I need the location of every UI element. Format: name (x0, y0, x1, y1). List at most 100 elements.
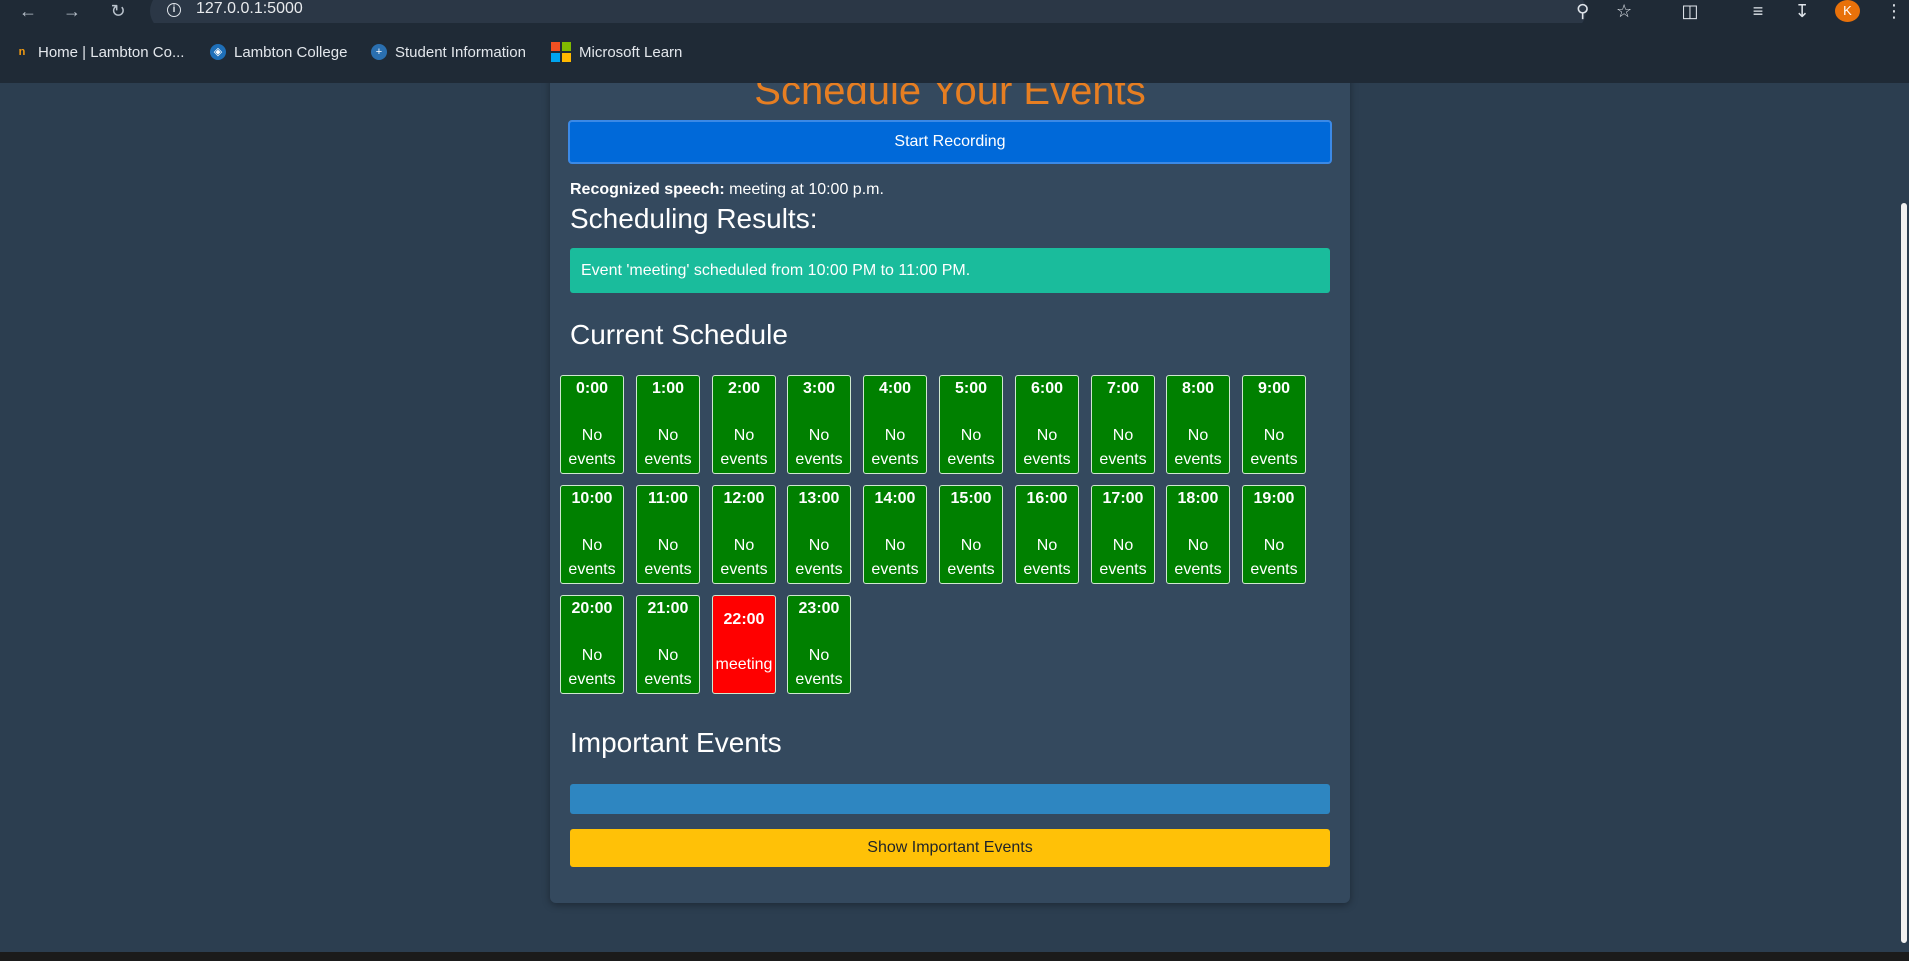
start-recording-button[interactable]: Start Recording (568, 120, 1332, 164)
time-slot: 6:00 No events (1015, 375, 1079, 474)
bookmark-star-icon[interactable]: ☆ (1616, 0, 1632, 23)
time-slot: 18:00 No events (1166, 485, 1230, 584)
slot-event: No events (568, 647, 616, 688)
slot-hour: 14:00 (874, 490, 916, 507)
slot-hour: 8:00 (1181, 380, 1215, 397)
time-slot: 2:00 No events (712, 375, 776, 474)
slot-hour: 22:00 (723, 611, 765, 628)
time-slot: 19:00 No events (1242, 485, 1306, 584)
bookmark-lambton-home[interactable]: n Home | Lambton Co... (14, 41, 185, 63)
results-heading: Scheduling Results: (570, 203, 818, 234)
time-slot: 1:00 No events (636, 375, 700, 474)
slot-hour: 16:00 (1026, 490, 1068, 507)
time-slot: 8:00 No events (1166, 375, 1230, 474)
lambton-home-icon: n (18, 46, 26, 58)
slot-hour: 7:00 (1106, 380, 1140, 397)
time-slot: 0:00 No events (560, 375, 624, 474)
back-icon[interactable]: ← (14, 0, 42, 23)
bookmark-lambton-college[interactable]: ◈ Lambton College (210, 41, 347, 63)
slot-event: No events (795, 647, 843, 688)
slot-hour: 15:00 (950, 490, 992, 507)
slot-hour: 21:00 (647, 600, 689, 617)
time-slot: 17:00 No events (1091, 485, 1155, 584)
slot-event: No events (795, 427, 843, 468)
url-text[interactable]: 127.0.0.1:5000 (196, 0, 303, 18)
slot-event: No events (947, 427, 995, 468)
student-info-icon: + (371, 44, 387, 60)
site-info-icon[interactable]: i (167, 3, 181, 17)
slot-hour: 12:00 (723, 490, 765, 507)
time-slot: 9:00 No events (1242, 375, 1306, 474)
download-icon[interactable]: ↧ (1788, 0, 1816, 23)
reload-icon[interactable]: ↻ (104, 0, 132, 23)
slot-hour: 10:00 (571, 490, 613, 507)
time-slot: 5:00 No events (939, 375, 1003, 474)
time-slot: 22:00 meeting (712, 595, 776, 694)
slot-event: No events (720, 427, 768, 468)
zoom-icon[interactable]: ⚲ (1576, 0, 1589, 23)
time-slot: 20:00 No events (560, 595, 624, 694)
show-important-events-button[interactable]: Show Important Events (570, 829, 1330, 867)
time-slot: 14:00 No events (863, 485, 927, 584)
slot-hour: 20:00 (571, 600, 613, 617)
page-viewport: Schedule Your Events Start Recording Rec… (0, 83, 1899, 952)
speech-text: meeting at 10:00 p.m. (729, 181, 884, 198)
slot-event: No events (1099, 427, 1147, 468)
slot-event: No events (1023, 537, 1071, 578)
bookmark-student-information[interactable]: + Student Information (371, 41, 526, 63)
media-queue-icon[interactable]: ≡ (1744, 0, 1772, 23)
bookmark-microsoft-learn[interactable]: Microsoft Learn (551, 41, 682, 63)
slot-event: No events (568, 537, 616, 578)
lambton-shield-icon: ◈ (210, 44, 226, 60)
forward-icon[interactable]: → (58, 0, 86, 23)
slot-hour: 2:00 (727, 380, 761, 397)
result-message: Event 'meeting' scheduled from 10:00 PM … (570, 248, 1330, 293)
slot-hour: 0:00 (575, 380, 609, 397)
scrollbar-thumb[interactable] (1901, 203, 1907, 943)
time-slot: 11:00 No events (636, 485, 700, 584)
scheduler-card: Schedule Your Events Start Recording Rec… (550, 83, 1350, 903)
bookmarks-bar: n Home | Lambton Co... ◈ Lambton College… (0, 23, 1909, 83)
page-scrollbar[interactable] (1899, 83, 1909, 952)
slot-event: No events (1250, 537, 1298, 578)
time-slot: 3:00 No events (787, 375, 851, 474)
page-title: Schedule Your Events (754, 83, 1146, 113)
bookmark-label: Home | Lambton Co... (38, 43, 185, 61)
slot-hour: 1:00 (651, 380, 685, 397)
menu-icon[interactable]: ⋮ (1880, 0, 1908, 23)
slot-hour: 4:00 (878, 380, 912, 397)
slot-hour: 19:00 (1253, 490, 1295, 507)
important-events-list (570, 784, 1330, 814)
slot-event: No events (1174, 427, 1222, 468)
recognized-speech: Recognized speech: meeting at 10:00 p.m. (570, 181, 884, 199)
slot-event: No events (568, 427, 616, 468)
slot-event: No events (644, 537, 692, 578)
browser-toolbar: ← → ↻ i 127.0.0.1:5000 ⚲ ☆ ◫ ≡ ↧ K ⋮ (0, 0, 1909, 32)
slot-hour: 3:00 (802, 380, 836, 397)
speech-label: Recognized speech: (570, 181, 725, 198)
slot-event: No events (720, 537, 768, 578)
microsoft-logo-icon (551, 42, 571, 62)
slot-event: No events (871, 427, 919, 468)
slot-event: No events (871, 537, 919, 578)
slot-event: No events (1099, 537, 1147, 578)
slot-hour: 13:00 (798, 490, 840, 507)
slot-hour: 6:00 (1030, 380, 1064, 397)
time-slot: 13:00 No events (787, 485, 851, 584)
slot-hour: 18:00 (1177, 490, 1219, 507)
slot-hour: 5:00 (954, 380, 988, 397)
time-slot: 23:00 No events (787, 595, 851, 694)
extensions-icon[interactable]: ◫ (1676, 0, 1704, 23)
slot-hour: 17:00 (1102, 490, 1144, 507)
slot-event: No events (1174, 537, 1222, 578)
schedule-heading: Current Schedule (570, 319, 788, 350)
important-heading: Important Events (570, 727, 782, 758)
slot-event: No events (1250, 427, 1298, 468)
bookmark-label: Lambton College (234, 43, 348, 61)
slot-event: meeting (715, 656, 773, 673)
profile-avatar[interactable]: K (1835, 0, 1860, 22)
taskbar-strip (0, 952, 1909, 961)
slot-event: No events (947, 537, 995, 578)
bookmark-label: Microsoft Learn (579, 43, 683, 61)
time-slot: 4:00 No events (863, 375, 927, 474)
